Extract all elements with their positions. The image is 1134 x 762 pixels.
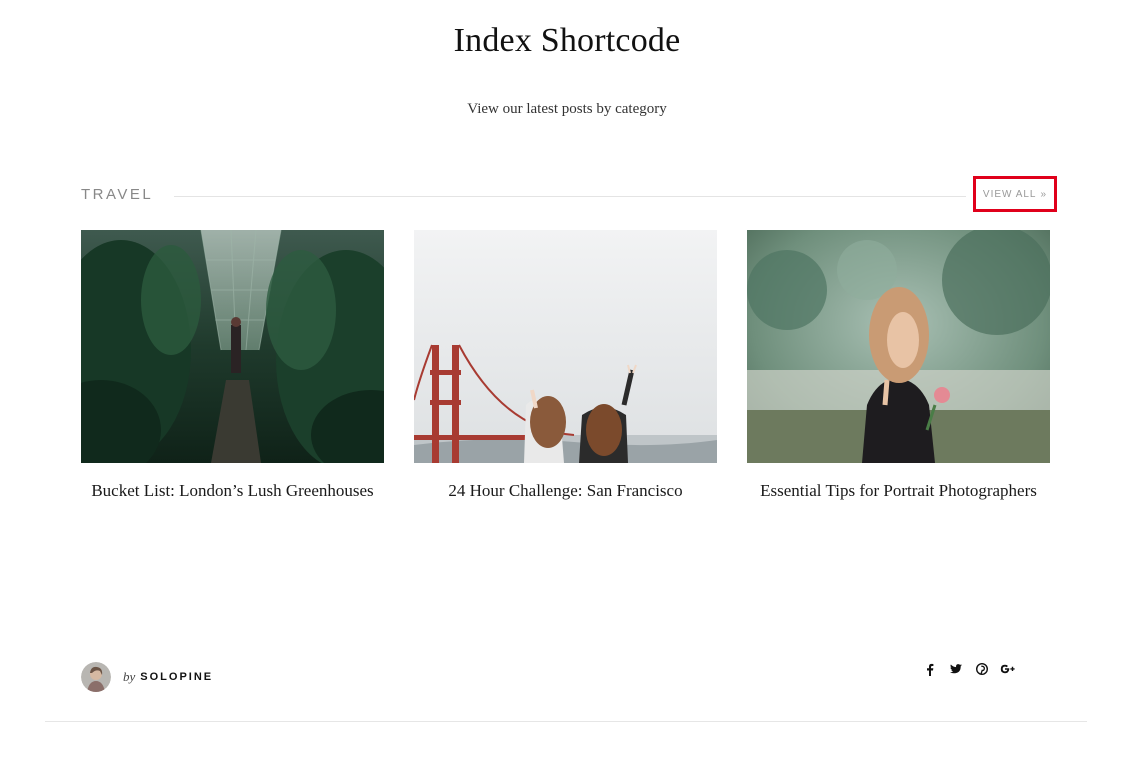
post-thumbnail[interactable]: [81, 230, 384, 463]
post-card[interactable]: 24 Hour Challenge: San Francisco: [414, 230, 717, 501]
view-all-label: VIEW ALL: [982, 188, 1037, 200]
page-title: Index Shortcode: [453, 22, 681, 59]
post-card[interactable]: Essential Tips for Portrait Photographer…: [747, 230, 1050, 501]
author-name-link[interactable]: SOLOPINE: [140, 671, 213, 683]
twitter-icon[interactable]: [948, 659, 964, 679]
facebook-icon[interactable]: [922, 659, 938, 679]
double-chevron-right-icon: »: [1040, 188, 1048, 200]
category-label: TRAVEL: [81, 186, 154, 203]
page-subtitle: View our latest posts by category: [467, 101, 667, 117]
author-prefix: by: [123, 669, 136, 684]
google-plus-icon[interactable]: [1000, 659, 1016, 679]
section-divider: [174, 196, 966, 197]
pinterest-icon[interactable]: [974, 659, 990, 679]
author-avatar[interactable]: [81, 662, 111, 692]
post-thumbnail[interactable]: [414, 230, 717, 463]
post-thumbnail[interactable]: [747, 230, 1050, 463]
post-title[interactable]: Essential Tips for Portrait Photographer…: [747, 481, 1050, 501]
post-title[interactable]: Bucket List: London’s Lush Greenhouses: [81, 481, 384, 501]
view-all-button[interactable]: VIEW ALL »: [973, 176, 1057, 212]
post-title[interactable]: 24 Hour Challenge: San Francisco: [414, 481, 717, 501]
footer-divider: [45, 721, 1087, 722]
category-section-header: TRAVEL VIEW ALL »: [81, 176, 1061, 214]
post-author: by SOLOPINE: [81, 661, 213, 693]
share-icons: [922, 658, 1016, 680]
post-card[interactable]: Bucket List: London’s Lush Greenhouses: [81, 230, 384, 501]
